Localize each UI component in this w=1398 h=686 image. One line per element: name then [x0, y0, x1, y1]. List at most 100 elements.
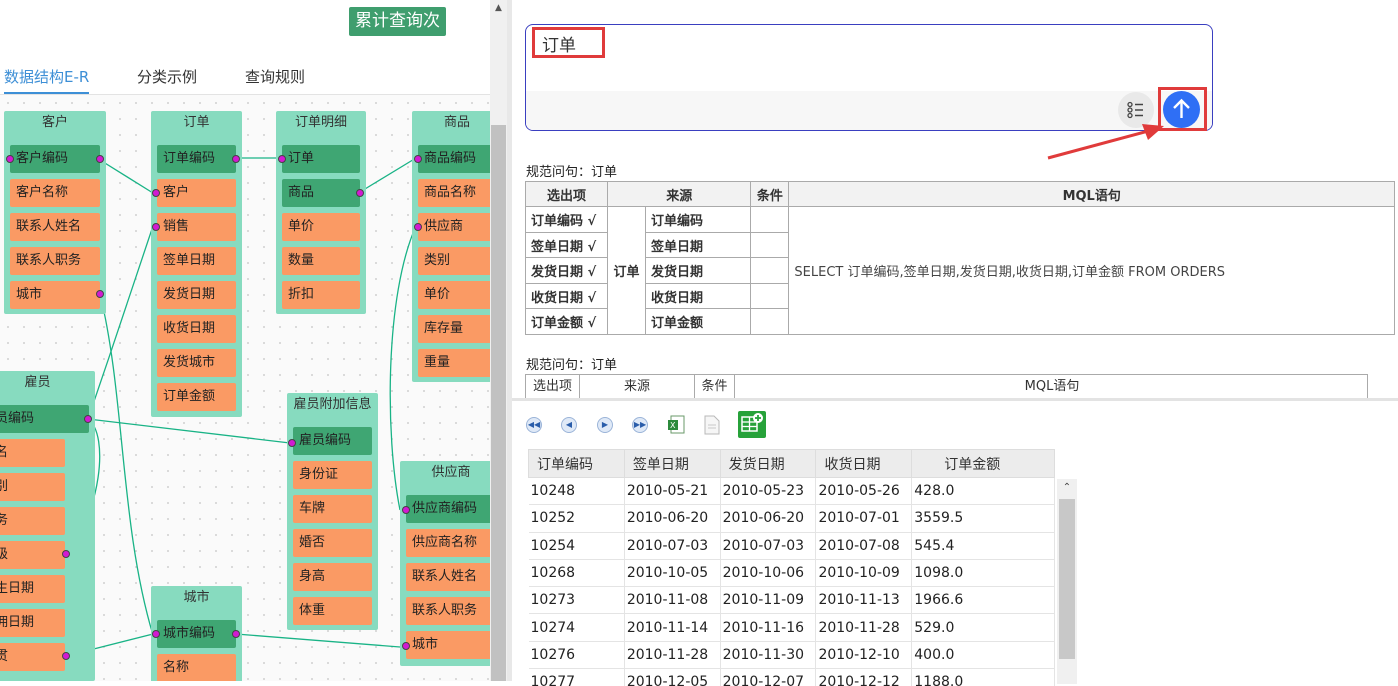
connector-dot[interactable]	[152, 189, 160, 197]
connector-dot[interactable]	[62, 550, 70, 558]
column-header[interactable]: 订单金额	[912, 450, 1055, 478]
table-row[interactable]: 102682010-10-052010-10-062010-10-091098.…	[529, 559, 1055, 586]
connector-dot[interactable]	[278, 155, 286, 163]
entity-city[interactable]: 城市 城市编码 名称	[151, 586, 242, 681]
chevron-up-icon[interactable]: ⌃	[1057, 479, 1077, 497]
connector-dot[interactable]	[232, 155, 240, 163]
connector-dot[interactable]	[96, 155, 104, 163]
source-field: 订单编码	[646, 207, 751, 233]
entity-field: 库存量	[418, 315, 490, 343]
scroll-up-icon[interactable]: ▲	[490, 0, 507, 17]
table-cell: 10276	[529, 641, 625, 668]
entity-product[interactable]: 商品 商品编码 商品名称 供应商 类别 单价 库存量 重量	[412, 111, 490, 382]
table-cell: 2010-10-06	[720, 559, 816, 586]
document-icon[interactable]	[703, 415, 721, 435]
table-row[interactable]: 102482010-05-212010-05-232010-05-26428.0	[529, 478, 1055, 505]
add-table-icon[interactable]	[738, 411, 766, 438]
table-cell: 2010-07-03	[720, 532, 816, 559]
table-cell: 2010-05-23	[720, 478, 816, 505]
header-mql: MQL语句	[735, 375, 1368, 398]
table-row[interactable]: 102742010-11-142010-11-162010-11-28529.0	[529, 614, 1055, 641]
connector-dot[interactable]	[62, 652, 70, 660]
query-input-box[interactable]: 订单	[525, 24, 1213, 131]
table-cell: 2010-06-20	[720, 505, 816, 532]
question-label: 规范问句：订单	[526, 354, 617, 373]
entity-supplier[interactable]: 供应商 供应商编码 供应商名称 联系人姓名 联系人职务 城市	[400, 461, 490, 666]
connector-dot[interactable]	[402, 506, 410, 514]
excel-export-icon[interactable]: X	[667, 415, 687, 435]
connector-dot[interactable]	[414, 155, 422, 163]
entity-field: 城市编码	[157, 620, 236, 648]
grid-scrollbar[interactable]: ⌃	[1057, 479, 1077, 684]
entity-field: 职务	[0, 507, 65, 535]
left-panel: 累计查询次 数据结构E-R 分类示例 查询规则 客户 客户编码 客户名称 联系人…	[0, 0, 507, 681]
table-cell: 2010-07-08	[816, 532, 912, 559]
er-diagram-canvas[interactable]: 客户 客户编码 客户名称 联系人姓名 联系人职务 城市 订单 订单编码 客户 销…	[0, 95, 490, 681]
entity-title: 商品	[412, 111, 490, 135]
table-row[interactable]: 102522010-06-202010-06-202010-07-013559.…	[529, 505, 1055, 532]
entity-field: 雇员编码	[0, 405, 89, 433]
table-cell: 2010-05-21	[624, 478, 720, 505]
query-input[interactable]: 订单	[526, 25, 1212, 91]
entity-field: 单价	[418, 281, 490, 309]
table-row[interactable]: 102772010-12-052010-12-072010-12-121188.…	[529, 669, 1055, 686]
connector-dot[interactable]	[152, 223, 160, 231]
entity-field: 性别	[0, 473, 65, 501]
connector-dot[interactable]	[356, 189, 364, 197]
entity-field: 城市	[10, 281, 100, 309]
connector-dot[interactable]	[96, 290, 104, 298]
mql-table-2: 选出项 来源 条件 MQL语句	[525, 374, 1368, 398]
entity-field: 身高	[293, 563, 372, 591]
entity-customer[interactable]: 客户 客户编码 客户名称 联系人姓名 联系人职务 城市	[4, 111, 106, 314]
source-field: 发货日期	[646, 258, 751, 284]
next-page-icon[interactable]: ▶	[597, 417, 613, 433]
table-row[interactable]: 102542010-07-032010-07-032010-07-08545.4	[529, 532, 1055, 559]
table-row[interactable]: 102762010-11-282010-11-302010-12-10400.0	[529, 641, 1055, 668]
tab-er[interactable]: 数据结构E-R	[4, 64, 89, 94]
scrollbar-thumb[interactable]	[1059, 499, 1075, 659]
query-count-button[interactable]: 累计查询次	[349, 7, 446, 36]
connector-dot[interactable]	[152, 630, 160, 638]
first-page-icon[interactable]: ◀◀	[526, 417, 542, 433]
column-header[interactable]: 签单日期	[624, 450, 720, 478]
right-panel: 订单 规范问句：订单 选出项 来源 条件 MQL语句 订单编码	[512, 0, 1398, 681]
select-item: 收货日期 √	[526, 284, 608, 309]
select-item: 订单金额 √	[526, 309, 608, 335]
column-header[interactable]: 订单编码	[529, 450, 625, 478]
header-condition: 条件	[695, 375, 735, 398]
entity-field: 供应商名称	[406, 529, 490, 557]
left-scrollbar[interactable]: ▲	[490, 0, 507, 681]
entity-field: 联系人职务	[10, 247, 100, 275]
entity-order[interactable]: 订单 订单编码 客户 销售 签单日期 发货日期 收货日期 发货城市 订单金额	[151, 111, 242, 417]
table-row[interactable]: 102732010-11-082010-11-092010-11-131966.…	[529, 587, 1055, 614]
scrollbar-thumb[interactable]	[491, 125, 506, 681]
column-header[interactable]: 收货日期	[816, 450, 912, 478]
connector-dot[interactable]	[84, 415, 92, 423]
entity-employee-extra[interactable]: 雇员附加信息 雇员编码 身份证 车牌 婚否 身高 体重	[287, 393, 378, 630]
table-cell: 10277	[529, 669, 625, 686]
prev-page-icon[interactable]: ◀	[561, 417, 577, 433]
table-cell: 545.4	[912, 532, 1055, 559]
data-grid[interactable]: 订单编码 签单日期 发货日期 收货日期 订单金额 102482010-05-21…	[526, 446, 1057, 686]
tab-rules[interactable]: 查询规则	[245, 64, 305, 94]
table-cell: 10274	[529, 614, 625, 641]
entity-field: 折扣	[282, 281, 360, 309]
header-source: 来源	[580, 375, 695, 398]
connector-dot[interactable]	[402, 642, 410, 650]
column-header[interactable]: 发货日期	[720, 450, 816, 478]
select-item: 发货日期 √	[526, 258, 608, 284]
tab-examples[interactable]: 分类示例	[137, 64, 197, 94]
connector-dot[interactable]	[232, 630, 240, 638]
mql-table: 选出项 来源 条件 MQL语句 订单编码 √ 订单 订单编码 SELECT 订单…	[525, 181, 1395, 335]
entity-order-detail[interactable]: 订单明细 订单 商品 单价 数量 折扣	[276, 111, 366, 314]
entity-employee[interactable]: 雇员 雇员编码 姓名 性别 职务 上级 出生日期 雇佣日期 籍贯	[0, 371, 95, 681]
connector-dot[interactable]	[414, 223, 422, 231]
entity-title: 供应商	[400, 461, 490, 485]
last-page-icon[interactable]: ▶▶	[632, 417, 648, 433]
connector-dot[interactable]	[6, 155, 14, 163]
connector-dot[interactable]	[288, 439, 296, 447]
tab-bar: 数据结构E-R 分类示例 查询规则	[0, 60, 490, 95]
entity-field: 发货城市	[157, 349, 236, 377]
table-cell: 2010-12-05	[624, 669, 720, 686]
entity-field: 身份证	[293, 461, 372, 489]
